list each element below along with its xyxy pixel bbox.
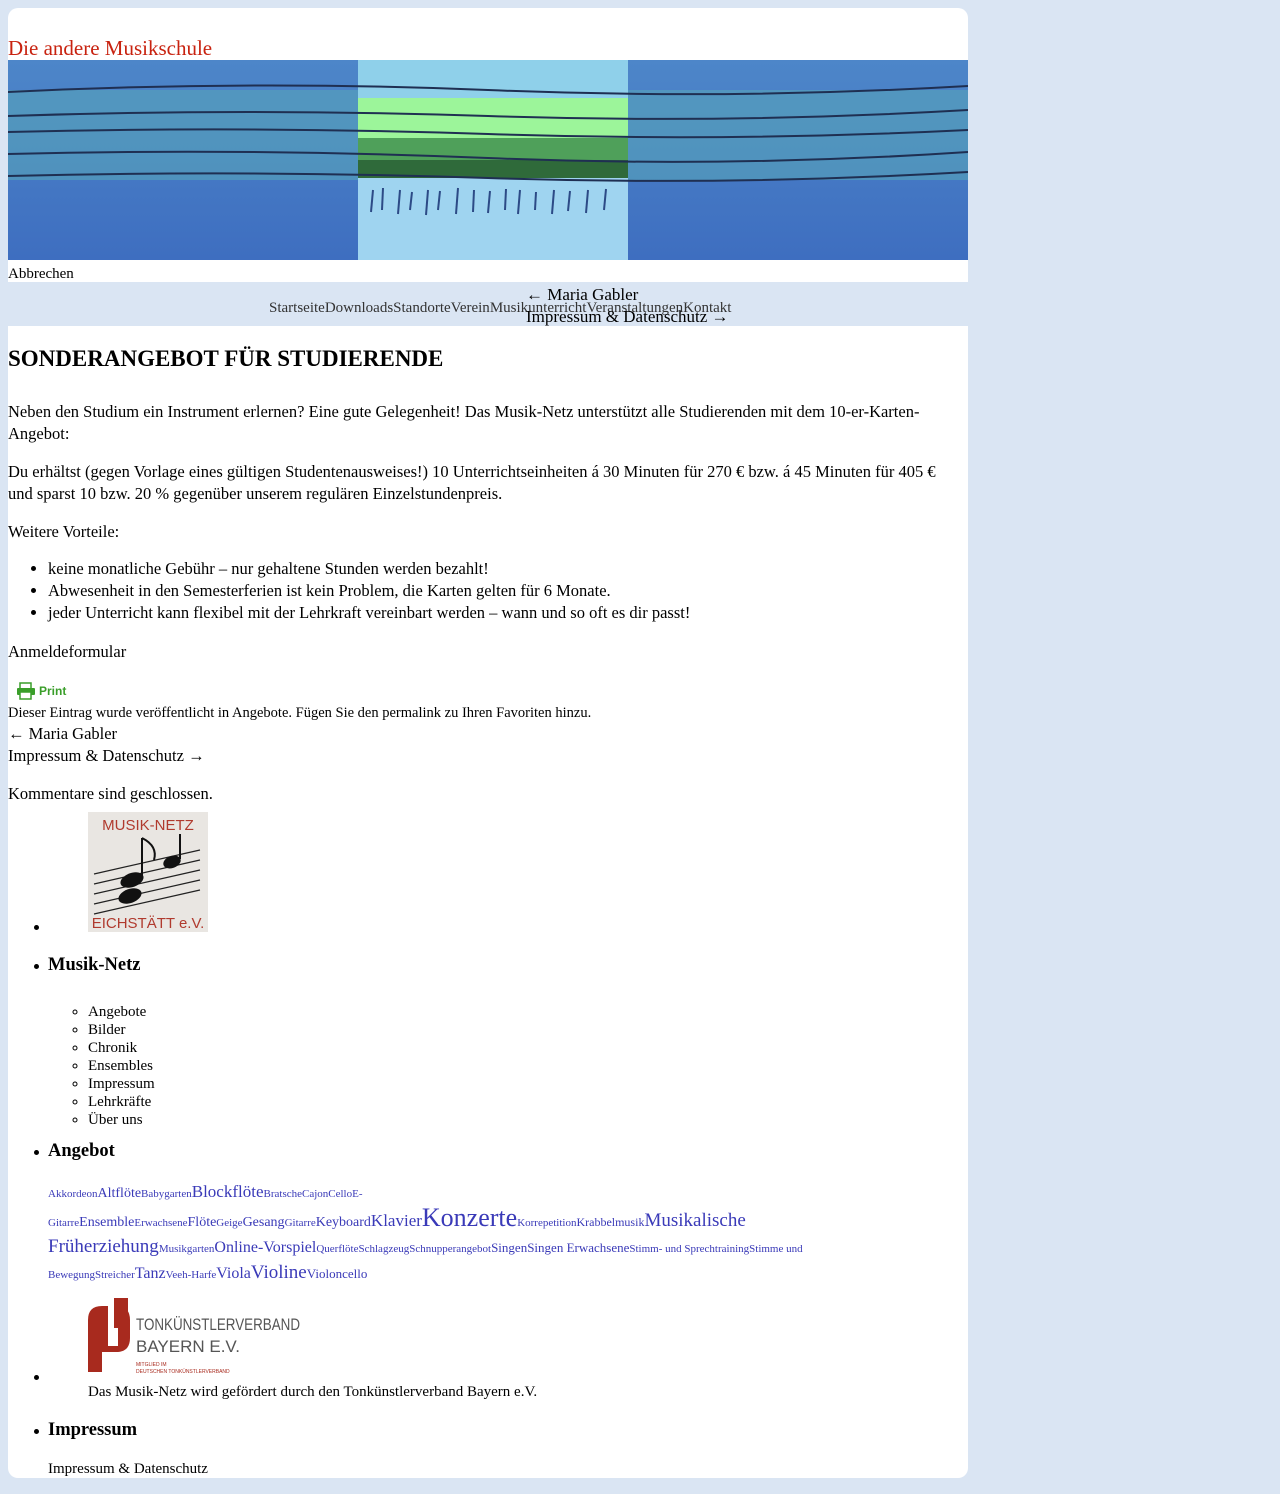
comments-closed-notice: Kommentare sind geschlossen.	[8, 784, 213, 803]
post-paragraph-offer: Du erhältst (gegen Vorlage eines gültige…	[8, 462, 936, 503]
tag-link[interactable]: Altflöte	[98, 1186, 142, 1201]
tag-link[interactable]: Streicher	[95, 1269, 135, 1281]
menu-item-verein[interactable]: Verein	[451, 299, 490, 317]
advantages-list: keine monatliche Gebühr – nur gehaltene …	[8, 558, 690, 624]
list-item: keine monatliche Gebühr – nur gehaltene …	[48, 558, 690, 580]
tag-link[interactable]: Ensemble	[79, 1215, 134, 1230]
tag-link[interactable]: Korrepetition	[517, 1217, 576, 1229]
tag-link[interactable]: Schlagzeug	[359, 1243, 410, 1255]
sidebar-link-impressum[interactable]: Impressum	[88, 1075, 155, 1093]
sidebar-link-chronik[interactable]: Chronik	[88, 1039, 155, 1057]
tag-link[interactable]: Klavier	[371, 1211, 422, 1230]
list-bullet	[34, 1375, 39, 1380]
post-title: SONDERANGEBOT FÜR STUDIERENDE	[8, 346, 444, 371]
tag-link[interactable]: Veeh-Harfe	[166, 1269, 217, 1281]
list-item: Abwesenheit in den Semesterferien ist ke…	[48, 580, 690, 602]
tk-logo-text-3: MITGLIED IM	[136, 1362, 167, 1368]
tag-link[interactable]: Babygarten	[141, 1188, 192, 1200]
musik-netz-logo[interactable]: MUSIK-NETZ EICHSTÄTT e.V.	[88, 812, 208, 932]
tag-link[interactable]: Flöte	[188, 1215, 217, 1230]
tag-link[interactable]: Geige	[216, 1217, 242, 1229]
tag-link[interactable]: Bratsche	[264, 1188, 302, 1200]
tag-link[interactable]: Singen Erwachsene	[527, 1240, 629, 1255]
tag-link[interactable]: Keyboard	[316, 1215, 371, 1230]
menu-item-standorte[interactable]: Standorte	[393, 299, 451, 317]
impressum-datenschutz-link[interactable]: Impressum & Datenschutz	[48, 1460, 208, 1478]
tag-link[interactable]: Cello	[328, 1188, 352, 1200]
tk-logo-text-1: TONKÜNSTLERVERBAND	[136, 1315, 300, 1334]
entry-meta: Dieser Eintrag wurde veröffentlicht in A…	[8, 705, 592, 721]
widget-title-musik-netz: Musik-Netz	[48, 955, 141, 975]
tag-link[interactable]: Viola	[216, 1265, 251, 1282]
widget-title-impressum: Impressum	[48, 1420, 138, 1440]
tag-link[interactable]: Gitarre	[285, 1217, 316, 1229]
tk-logo-text-2: BAYERN E.V.	[136, 1337, 240, 1356]
tonkuenstlerverband-logo[interactable]: TONKÜNSTLERVERBAND BAYERN E.V. MITGLIED …	[88, 1298, 303, 1378]
tag-link[interactable]: Blockflöte	[192, 1182, 264, 1201]
tag-link[interactable]: Musikgarten	[159, 1243, 215, 1255]
printer-icon	[17, 682, 35, 700]
sidebar-link-angebote[interactable]: Angebote	[88, 1003, 155, 1021]
list-bullet	[34, 964, 39, 969]
list-bullet	[34, 1150, 39, 1155]
post-nav-next-link[interactable]: Impressum & Datenschutz →	[8, 745, 205, 767]
tag-link[interactable]: Violine	[251, 1262, 307, 1283]
sidebar-link-ensembles[interactable]: Ensembles	[88, 1057, 155, 1075]
tag-cloud: AkkordeonAltflöteBabygartenBlockflöteBra…	[48, 1180, 918, 1287]
tag-link[interactable]: Erwachsene	[134, 1217, 187, 1229]
tag-link[interactable]: Violoncello	[307, 1266, 368, 1281]
sidebar-link-lehrkraefte[interactable]: Lehrkräfte	[88, 1093, 155, 1111]
sidebar-link-bilder[interactable]: Bilder	[88, 1021, 155, 1039]
widget-title-angebot: Angebot	[48, 1141, 115, 1161]
tk-logo-text-4: DEUTSCHEN TONKÜNSTLERVERBAND	[136, 1368, 230, 1375]
header-banner-image	[8, 60, 968, 260]
print-label: Print	[39, 684, 67, 698]
cancel-link[interactable]: Abbrechen	[8, 266, 74, 282]
menu-item-downloads[interactable]: Downloads	[325, 299, 393, 317]
menu-item-startseite[interactable]: Startseite	[269, 299, 325, 317]
tag-link[interactable]: Tanz	[135, 1265, 166, 1282]
logo-text-top: MUSIK-NETZ	[102, 817, 194, 834]
tag-link[interactable]: Stimm- und Sprechtraining	[629, 1243, 749, 1255]
list-item: jeder Unterricht kann flexibel mit der L…	[48, 602, 690, 624]
tag-link[interactable]: Gesang	[243, 1215, 285, 1230]
top-post-navigation: ← Maria Gabler Impressum & Datenschutz →	[526, 284, 729, 328]
tag-link[interactable]: Singen	[491, 1240, 527, 1255]
print-button[interactable]: Print	[16, 682, 66, 700]
tag-link[interactable]: Konzerte	[422, 1203, 517, 1232]
post-paragraph-advantages: Weitere Vorteile:	[8, 522, 120, 541]
sidebar-link-ueber-uns[interactable]: Über uns	[88, 1111, 155, 1129]
tag-link[interactable]: Online-Vorspiel	[214, 1239, 316, 1256]
registration-form-link[interactable]: Anmeldeformular	[8, 641, 958, 663]
tk-caption: Das Musik-Netz wird gefördert durch den …	[88, 1384, 538, 1400]
site-title[interactable]: Die andere Musikschule	[8, 36, 212, 60]
main-navigation: Startseite Downloads Standorte Verein Mu…	[8, 282, 968, 326]
tag-link[interactable]: Schnupperangebot	[409, 1243, 491, 1255]
tag-link[interactable]: Querflöte	[316, 1243, 358, 1255]
post-nav-previous-link[interactable]: ← Maria Gabler	[8, 723, 117, 745]
list-bullet	[34, 925, 39, 930]
list-bullet	[34, 1429, 39, 1434]
tag-link[interactable]: Krabbelmusik	[576, 1215, 644, 1229]
page-wrapper: Die andere Musikschule Abbrechen Startse…	[8, 8, 968, 1478]
musik-netz-links: Angebote Bilder Chronik Ensembles Impres…	[48, 1003, 155, 1129]
tag-link[interactable]: Cajon	[302, 1188, 328, 1200]
logo-text-bottom: EICHSTÄTT e.V.	[92, 915, 205, 932]
nav-next-link[interactable]: Impressum & Datenschutz →	[526, 306, 729, 328]
post-paragraph-intro: Neben den Studium ein Instrument erlerne…	[8, 402, 920, 443]
nav-previous-link[interactable]: ← Maria Gabler	[526, 284, 729, 306]
tag-link[interactable]: Akkordeon	[48, 1188, 98, 1200]
